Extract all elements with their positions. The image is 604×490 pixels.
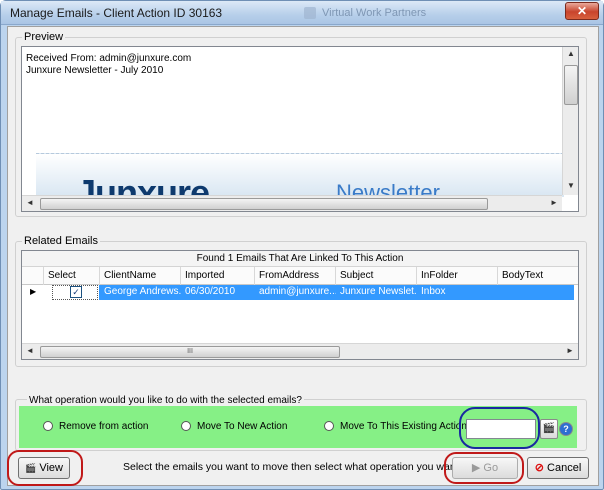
grid-scroll-thumb[interactable]: III xyxy=(40,346,340,358)
radio-label-move-existing: Move To This Existing Action xyxy=(340,421,467,432)
highlight-ring-go xyxy=(444,452,524,484)
column-header-subject[interactable]: Subject xyxy=(336,267,417,285)
vertical-scroll-thumb[interactable] xyxy=(564,65,578,105)
column-header-bodytext[interactable]: BodyText xyxy=(498,267,578,285)
received-from-text: Received From: admin@junxure.com xyxy=(26,53,192,64)
window-title: Manage Emails - Client Action ID 30163 xyxy=(10,6,223,20)
preview-horizontal-scrollbar[interactable]: ◄ ► xyxy=(22,195,562,211)
cancel-icon: ⊘ xyxy=(534,462,544,474)
column-header-fromaddress[interactable]: FromAddress xyxy=(255,267,336,285)
highlight-ring-view xyxy=(7,450,83,486)
cancel-button[interactable]: ⊘ Cancel xyxy=(527,457,589,479)
scroll-down-arrow-icon[interactable]: ▼ xyxy=(563,179,579,195)
related-emails-legend: Related Emails xyxy=(22,235,100,247)
radio-button-icon[interactable] xyxy=(324,421,334,431)
email-preview[interactable]: Received From: admin@junxure.com Junxure… xyxy=(21,46,579,212)
scroll-right-arrow-icon[interactable]: ► xyxy=(546,196,562,212)
grid-horizontal-scrollbar[interactable]: ◄ III ► xyxy=(22,343,578,359)
row-select-checkbox[interactable]: ✓ xyxy=(70,286,82,298)
table-row[interactable]: ▶ ✓ George Andrews... 06/30/2010 admin@j… xyxy=(22,285,578,300)
grid-caption: Found 1 Emails That Are Linked To This A… xyxy=(22,251,578,267)
current-row-arrow-icon: ▶ xyxy=(30,287,37,296)
help-button[interactable]: ? xyxy=(559,422,573,436)
title-bar[interactable]: Manage Emails - Client Action ID 30163 V… xyxy=(1,1,603,25)
junxure-logo: Junxure xyxy=(76,172,210,197)
radio-move-to-new-action[interactable]: Move To New Action xyxy=(181,420,321,434)
column-header-select[interactable]: Select xyxy=(44,267,100,285)
cell-subject[interactable]: Junxure Newslet... xyxy=(336,285,417,300)
radio-label-move-new: Move To New Action xyxy=(197,421,288,432)
operation-question: What operation would you like to do with… xyxy=(27,395,304,406)
grid-scroll-right-arrow-icon[interactable]: ► xyxy=(562,344,578,359)
manage-emails-window: Manage Emails - Client Action ID 30163 V… xyxy=(0,0,604,490)
radio-button-icon[interactable] xyxy=(43,421,53,431)
background-window-title: Virtual Work Partners xyxy=(322,7,427,19)
radio-label-remove: Remove from action xyxy=(59,421,149,432)
preview-vertical-scrollbar[interactable]: ▲ ▼ xyxy=(562,47,578,195)
email-subject-text: Junxure Newsletter - July 2010 xyxy=(26,65,164,76)
cell-imported[interactable]: 06/30/2010 xyxy=(181,285,255,300)
clapperboard-icon: 🎬 xyxy=(542,423,556,434)
scroll-up-arrow-icon[interactable]: ▲ xyxy=(563,47,579,63)
radio-move-to-existing-action[interactable]: Move To This Existing Action xyxy=(324,420,474,434)
highlight-ring-action-input xyxy=(459,407,540,449)
cell-client-name[interactable]: George Andrews... xyxy=(100,285,181,300)
scroll-left-arrow-icon[interactable]: ◄ xyxy=(22,196,38,212)
background-app-icon xyxy=(304,7,316,19)
grid-header: Select ClientName Imported FromAddress S… xyxy=(22,267,578,285)
newsletter-banner-image: Junxure Newsletter xyxy=(36,153,564,197)
related-emails-grid[interactable]: Found 1 Emails That Are Linked To This A… xyxy=(21,250,579,360)
horizontal-scroll-thumb[interactable] xyxy=(40,198,488,210)
help-icon: ? xyxy=(563,424,569,434)
radio-remove-from-action[interactable]: Remove from action xyxy=(43,420,183,434)
close-button[interactable]: ✕ xyxy=(565,2,599,20)
cancel-button-label: Cancel xyxy=(547,462,582,474)
column-header-imported[interactable]: Imported xyxy=(181,267,255,285)
cell-in-folder[interactable]: Inbox xyxy=(417,285,498,300)
instruction-text: Select the emails you want to move then … xyxy=(123,461,494,473)
row-header-corner xyxy=(22,267,44,285)
grid-scroll-left-arrow-icon[interactable]: ◄ xyxy=(22,344,38,359)
column-header-infolder[interactable]: InFolder xyxy=(417,267,498,285)
cell-from-address[interactable]: admin@junxure.... xyxy=(255,285,336,300)
pick-action-button[interactable]: 🎬 xyxy=(540,419,558,439)
cell-body-text[interactable] xyxy=(498,285,574,300)
radio-button-icon[interactable] xyxy=(181,421,191,431)
column-header-clientname[interactable]: ClientName xyxy=(100,267,181,285)
preview-legend: Preview xyxy=(22,31,66,43)
